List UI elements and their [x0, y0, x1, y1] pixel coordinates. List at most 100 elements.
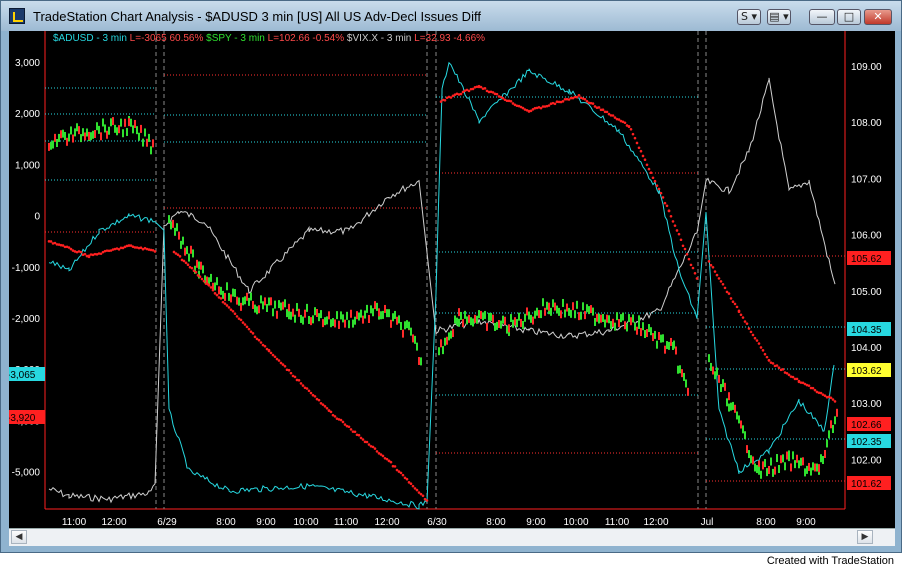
indicator-dot — [483, 87, 487, 90]
indicator-dot — [198, 275, 202, 279]
indicator-dot — [663, 201, 667, 205]
indicator-dot — [245, 325, 249, 329]
chart-legend: $ADUSD - 3 min L=-3065 60.56% $SPY - 3 m… — [53, 33, 485, 44]
indicator-dot — [225, 304, 229, 307]
x-tick-label: 11:00 — [605, 517, 630, 528]
indicator-dot — [263, 344, 267, 348]
legend-spy-symbol: $SPY - 3 min — [203, 33, 265, 44]
indicator-dot — [763, 352, 767, 356]
indicator-dot — [182, 259, 186, 263]
indicator-dot — [415, 488, 419, 492]
close-button[interactable]: ✕ — [864, 9, 892, 25]
indicator-dot — [365, 440, 369, 444]
left-tick-label: 0 — [34, 212, 40, 223]
indicator-dot — [227, 306, 231, 309]
indicator-dot — [681, 244, 685, 248]
indicator-dot — [361, 438, 365, 441]
indicator-dot — [597, 106, 601, 109]
indicator-dot — [709, 263, 713, 267]
indicator-dot — [765, 355, 769, 359]
indicator-dot — [267, 348, 271, 352]
indicator-dot — [833, 400, 837, 403]
minimize-button[interactable]: — — [809, 9, 835, 25]
indicator-dot — [795, 377, 799, 381]
left-price-label-text: -3,065 — [9, 370, 36, 381]
indicator-dot — [661, 196, 665, 199]
indicator-dot — [767, 359, 771, 362]
indicator-dot — [323, 405, 327, 408]
indicator-dot — [639, 149, 643, 153]
indicator-dot — [759, 346, 763, 349]
indicator-dot — [273, 355, 277, 359]
legend-spy-last: L=102.66 -0.54% — [264, 33, 345, 44]
horizontal-scrollbar[interactable]: ◀ ▶ — [9, 528, 895, 546]
indicator-dot — [749, 330, 753, 334]
indicator-dot — [547, 104, 551, 107]
maximize-button[interactable]: □ — [837, 9, 861, 25]
indicator-dot — [715, 273, 719, 277]
x-tick-label: 9:00 — [256, 517, 276, 528]
indicator-dot — [253, 335, 257, 339]
indicator-dot — [601, 108, 605, 112]
x-tick-label: 11:00 — [62, 517, 87, 528]
indicator-dot — [797, 379, 801, 383]
window-menu-button[interactable]: ▤ ▾ — [767, 9, 791, 25]
indicator-dot — [731, 300, 735, 304]
indicator-dot — [655, 184, 659, 187]
x-tick-label: 12:00 — [374, 517, 399, 528]
indicator-dot — [309, 391, 313, 395]
indicator-dot — [307, 389, 311, 393]
indicator-dot — [281, 363, 285, 366]
indicator-dot — [791, 375, 795, 379]
indicator-dot — [333, 415, 337, 418]
indicator-dot — [389, 460, 393, 464]
indicator-dot — [577, 93, 581, 97]
indicator-dot — [645, 163, 649, 167]
price-chart[interactable]: 3,0002,0001,0000-1,000-2,000-3,000-4,000… — [9, 31, 895, 528]
indicator-dot — [233, 312, 237, 316]
scroll-right-icon[interactable]: ▶ — [857, 530, 873, 544]
left-tick-label: -5,000 — [12, 468, 41, 479]
title-bar[interactable]: TradeStation Chart Analysis - $ADUSD 3 m… — [1, 1, 901, 31]
indicator-dot — [421, 494, 425, 498]
indicator-dot — [479, 85, 483, 89]
indicator-dot — [509, 99, 513, 103]
indicator-dot — [439, 100, 443, 103]
indicator-dot — [99, 252, 103, 256]
indicator-dot — [353, 430, 357, 434]
x-tick-label: Jul — [701, 517, 714, 528]
indicator-dot — [289, 371, 293, 375]
left-price-label-text: -3,920 — [9, 413, 36, 424]
chart-area[interactable]: 3,0002,0001,0000-1,000-2,000-3,000-4,000… — [9, 31, 895, 528]
indicator-dot — [235, 315, 239, 318]
indicator-dot — [373, 447, 377, 450]
indicator-dot — [239, 318, 243, 322]
indicator-dot — [585, 99, 589, 103]
indicator-dot — [665, 204, 669, 208]
indicator-dot — [271, 353, 275, 357]
indicator-dot — [811, 386, 815, 390]
indicator-dot — [807, 384, 811, 387]
indicator-dot — [325, 406, 329, 410]
indicator-dot — [741, 316, 745, 319]
left-tick-label: -1,000 — [12, 263, 41, 274]
x-tick-label: 8:00 — [216, 517, 236, 528]
indicator-dot — [721, 282, 725, 286]
right-price-label-text: 101.62 — [851, 479, 882, 490]
indicator-dot — [729, 297, 733, 300]
indicator-dot — [459, 92, 463, 96]
indicator-dot — [713, 270, 717, 273]
indicator-dot — [717, 277, 721, 280]
indicator-dot — [777, 366, 781, 370]
s-menu-button[interactable]: S ▾ — [737, 9, 761, 25]
indicator-dot — [301, 384, 305, 387]
indicator-dot — [761, 349, 765, 352]
indicator-dot — [813, 388, 817, 392]
indicator-dot — [561, 100, 565, 103]
indicator-dot — [747, 327, 751, 330]
indicator-dot — [659, 191, 663, 195]
indicator-dot — [471, 87, 475, 91]
indicator-dot — [371, 445, 375, 449]
legend-adusd-last: L=-3065 60.56% — [126, 33, 204, 44]
scroll-left-icon[interactable]: ◀ — [11, 530, 27, 544]
